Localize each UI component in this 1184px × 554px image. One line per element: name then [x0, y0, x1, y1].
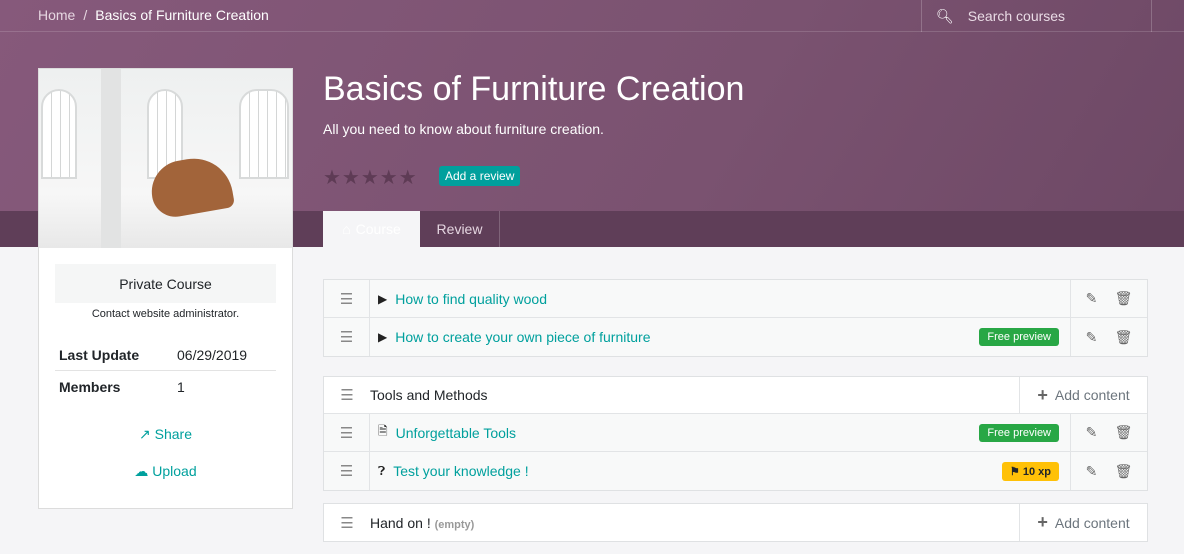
content-link[interactable]: How to create your own piece of furnitur… [395, 329, 650, 345]
plus-icon: + [1037, 512, 1048, 532]
breadcrumb-separator: / [83, 7, 88, 23]
tab-review[interactable]: Review [420, 211, 500, 247]
last-update-value: 06/29/2019 [177, 347, 248, 363]
section-tools-and-methods: ☰ Tools and Methods + Add content ☰ 🗎︎ Unf… [323, 376, 1148, 491]
contact-admin-text: Contact website administrator. [91, 308, 240, 320]
share-icon: ↗ [139, 426, 151, 442]
breadcrumb-current: Basics of Furniture Creation [95, 7, 269, 23]
share-button[interactable]: ↗ Share [39, 426, 292, 443]
empty-label: (empty) [434, 518, 475, 531]
edit-icon[interactable]: ✎ [1086, 290, 1098, 307]
xp-badge: ⚑ 10 xp [1001, 461, 1059, 481]
section-hand-on: ☰ Hand on ! (empty) + Add content [323, 503, 1148, 542]
add-content-label: Add content [1054, 387, 1130, 403]
trash-icon[interactable]: 🗑︎ [1115, 329, 1133, 346]
content-link[interactable]: Unforgettable Tools [396, 425, 516, 441]
last-update-label: Last Update [59, 347, 140, 363]
search-input[interactable]: 🔍︎ Search courses [921, 0, 1152, 32]
course-sidebar: Private Course Contact website administr… [38, 68, 293, 509]
course-subtitle: All you need to know about furniture cre… [323, 121, 604, 137]
edit-icon[interactable]: ✎ [1086, 424, 1098, 441]
uncategorized-content: ☰ ▶ How to find quality wood ✎ 🗑︎ ☰ ▶ How t… [323, 279, 1148, 357]
page-title: Basics of Furniture Creation [323, 70, 745, 108]
breadcrumb-home[interactable]: Home [38, 7, 75, 23]
add-content-label: Add content [1054, 514, 1130, 531]
edit-icon[interactable]: ✎ [1086, 329, 1098, 346]
upload-label: Upload [152, 463, 197, 479]
members-label: Members [59, 378, 121, 395]
list-item: ☰ ❓︎ Test your knowledge ! ⚑ 10 xp ✎ 🗑︎ [324, 452, 1147, 490]
play-icon: ▶ [378, 291, 388, 306]
drag-handle-icon[interactable]: ☰ [324, 377, 370, 413]
tab-course[interactable]: ⌂ Course [323, 211, 420, 247]
drag-handle-icon[interactable]: ☰ [324, 504, 370, 541]
flag-icon: ⚑ [1009, 465, 1020, 478]
trash-icon[interactable]: 🗑︎ [1115, 463, 1133, 480]
breadcrumb: Home / Basics of Furniture Creation [38, 7, 269, 23]
private-course-label: Private Course [55, 264, 276, 303]
pdf-icon: 🗎︎ [378, 424, 388, 438]
drag-handle-icon[interactable]: ☰ [324, 414, 370, 451]
xp-value: 10 xp [1022, 465, 1051, 478]
edit-icon[interactable]: ✎ [1086, 463, 1098, 480]
top-bar: Home / Basics of Furniture Creation 🔍︎ Sea… [0, 0, 1184, 32]
trash-icon[interactable]: 🗑︎ [1115, 290, 1133, 307]
drag-handle-icon[interactable]: ☰ [324, 318, 370, 356]
drag-handle-icon[interactable]: ☰ [324, 452, 370, 490]
trash-icon[interactable]: 🗑︎ [1115, 424, 1133, 441]
list-item: ☰ ▶ How to find quality wood ✎ 🗑︎ [324, 280, 1147, 318]
section-title: Hand on ! [370, 514, 431, 531]
add-content-button[interactable]: + Add content [1019, 377, 1147, 413]
free-preview-badge: Free preview [979, 423, 1059, 442]
free-preview-badge: Free preview [979, 328, 1059, 346]
play-icon: ▶ [378, 330, 388, 344]
cloud-upload-icon: ☁ [134, 463, 149, 479]
share-label: Share [154, 426, 192, 442]
add-review-button[interactable]: Add a review [439, 166, 521, 186]
search-icon[interactable]: 🔍︎ [936, 8, 954, 25]
section-title: Tools and Methods [370, 387, 488, 403]
tab-course-label: Course [355, 221, 401, 237]
list-item: ☰ ▶ How to create your own piece of furni… [324, 318, 1147, 356]
list-item: ☰ 🗎︎ Unforgettable Tools Free preview ✎ 🗑︎ [324, 414, 1147, 452]
content-link[interactable]: How to find quality wood [395, 291, 547, 307]
course-image [39, 69, 292, 248]
rating-stars: ★★★★★ [323, 167, 418, 189]
course-meta: Last Update 06/29/2019 Members 1 [55, 340, 276, 402]
home-icon: ⌂ [342, 221, 351, 237]
upload-button[interactable]: ☁ Upload [39, 463, 292, 480]
plus-icon: + [1037, 384, 1048, 405]
drag-handle-icon[interactable]: ☰ [324, 280, 370, 317]
add-content-button[interactable]: + Add content [1019, 504, 1147, 541]
members-value: 1 [177, 378, 185, 395]
content-link[interactable]: Test your knowledge ! [393, 463, 528, 479]
search-placeholder: Search courses [967, 8, 1066, 24]
question-icon: ❓︎ [378, 463, 386, 478]
